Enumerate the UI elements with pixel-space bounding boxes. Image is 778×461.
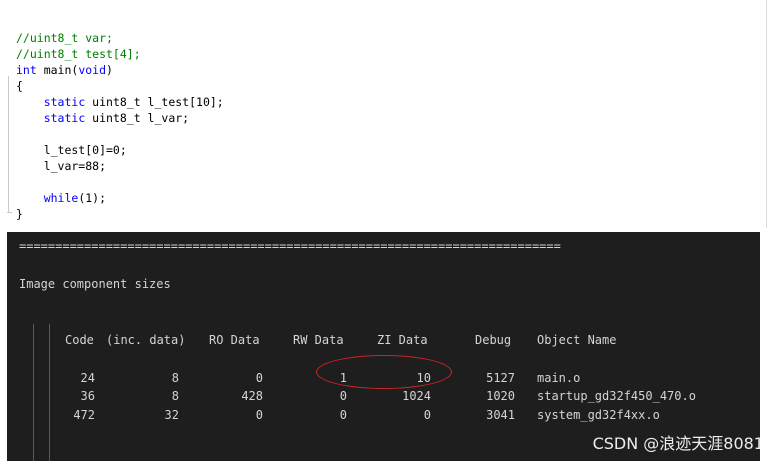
cell-rw-data: 0 — [339, 389, 347, 403]
code-line: l_test[0]=0; — [16, 142, 127, 158]
keyword-token: int — [16, 63, 37, 77]
build-output: ========================================… — [7, 232, 760, 461]
col-header-rw-data: RW Data — [293, 333, 344, 347]
code-token: l_var=88; — [16, 159, 107, 173]
cell-code: 472 — [73, 408, 95, 422]
section-heading: Image component sizes — [19, 277, 171, 291]
code-token: { — [16, 79, 23, 93]
code-token: main( — [36, 63, 79, 77]
cell-zi-data: 1024 — [402, 389, 431, 403]
code-token: uint8_t l_var; — [85, 111, 190, 125]
code-line: { — [16, 78, 23, 94]
cell-code: 24 — [80, 371, 95, 385]
separator-line: ========================================… — [19, 239, 561, 253]
code-token: (1); — [78, 191, 107, 205]
highlight-ellipse — [316, 355, 452, 389]
cell-code: 36 — [80, 389, 95, 403]
code-line: int main(void) — [16, 62, 113, 78]
cell-object-name: startup_gd32f450_470.o — [537, 389, 696, 403]
keyword-token: void — [78, 63, 107, 77]
cell-object-name: system_gd32f4xx.o — [537, 408, 660, 422]
code-token: ) — [106, 63, 113, 77]
col-header-ro-data: RO Data — [209, 333, 260, 347]
indent-guide-1 — [33, 324, 34, 461]
cell-ro-data: 0 — [255, 408, 263, 422]
code-line: //uint8_t test[4]; — [16, 46, 141, 62]
code-editor[interactable]: //uint8_t var;//uint8_t test[4]; int main… — [0, 0, 778, 228]
cell-ro-data: 0 — [255, 371, 263, 385]
keyword-token: while — [43, 191, 79, 205]
cell-debug: 5127 — [486, 371, 515, 385]
cell-inc-data: 8 — [171, 389, 179, 403]
keyword-token: static — [43, 111, 86, 125]
comment-token: //uint8_t var; — [16, 31, 113, 45]
cell-object-name: main.o — [537, 371, 581, 385]
col-header-zi-data: ZI Data — [377, 333, 428, 347]
code-token: l_test[0]=0; — [16, 143, 127, 157]
cell-ro-data: 428 — [241, 389, 263, 403]
cell-debug: 1020 — [486, 389, 515, 403]
comment-token: //uint8_t test[4]; — [16, 47, 141, 61]
fold-end-marker — [7, 212, 12, 213]
code-line: static uint8_t l_test[10]; — [16, 94, 224, 110]
cell-inc-data: 8 — [171, 371, 179, 385]
editor-edge-line — [766, 0, 767, 228]
fold-guide — [8, 76, 9, 212]
code-line: while(1); — [16, 190, 106, 206]
cell-rw-data: 0 — [339, 408, 347, 422]
code-token: } — [16, 207, 23, 221]
code-line: static uint8_t l_var; — [16, 110, 189, 126]
watermark: CSDN @浪迹天涯8081 — [592, 434, 764, 453]
cell-inc-data: 32 — [164, 408, 179, 422]
code-line: //uint8_t var; — [16, 30, 113, 46]
keyword-token: static — [43, 95, 86, 109]
col-header-object-name: Object Name — [537, 333, 617, 347]
col-header-code: Code — [65, 333, 94, 347]
col-header-debug: Debug — [475, 333, 512, 347]
col-header-inc-data: (inc. data) — [106, 333, 186, 347]
code-line: } — [16, 206, 23, 222]
cell-debug: 3041 — [486, 408, 515, 422]
cell-zi-data: 0 — [423, 408, 431, 422]
code-token: uint8_t l_test[10]; — [85, 95, 224, 109]
code-line: l_var=88; — [16, 158, 106, 174]
